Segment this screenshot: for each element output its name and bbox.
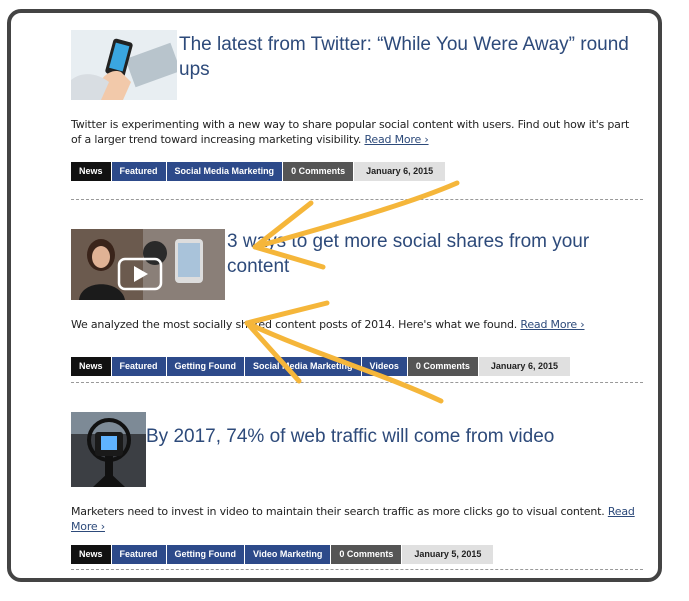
tag-news[interactable]: News [71,162,111,181]
screenshot-frame: The latest from Twitter: “While You Were… [7,9,662,582]
post-thumbnail[interactable] [71,412,146,487]
post-card-2: 3 ways to get more social shares from yo… [71,229,643,389]
post-tags: News Featured Getting Found Social Media… [71,357,570,376]
tag-featured[interactable]: Featured [111,545,166,564]
tag-featured[interactable]: Featured [111,357,166,376]
post-date: January 6, 2015 [478,357,570,376]
post-title[interactable]: The latest from Twitter: “While You Were… [179,32,643,82]
post-divider [71,199,643,200]
read-more-link[interactable]: Read More › [520,318,584,331]
comments-count[interactable]: 0 Comments [283,162,354,181]
excerpt-text: Marketers need to invest in video to mai… [71,505,605,518]
tag-getting-found[interactable]: Getting Found [166,357,245,376]
post-title[interactable]: 3 ways to get more social shares from yo… [227,229,643,279]
tag-news[interactable]: News [71,545,111,564]
post-card-3: By 2017, 74% of web traffic will come fr… [71,412,643,572]
phone-thumbnail-icon [71,30,177,100]
excerpt-text: We analyzed the most socially shared con… [71,318,518,331]
post-tags: News Featured Social Media Marketing 0 C… [71,162,446,181]
post-card-1: The latest from Twitter: “While You Were… [71,30,643,190]
post-tags: News Featured Getting Found Video Market… [71,545,494,564]
tag-social-media-marketing[interactable]: Social Media Marketing [166,162,283,181]
post-thumbnail[interactable] [71,30,177,100]
post-excerpt: Twitter is experimenting with a new way … [71,117,641,147]
read-more-link[interactable]: Read More › [364,133,428,146]
post-date: January 6, 2015 [354,162,446,181]
tag-featured[interactable]: Featured [111,162,166,181]
post-divider [71,569,643,570]
post-excerpt: Marketers need to invest in video to mai… [71,504,641,534]
comments-count[interactable]: 0 Comments [407,357,478,376]
excerpt-text: Twitter is experimenting with a new way … [71,118,630,146]
post-excerpt: We analyzed the most socially shared con… [71,317,641,332]
post-thumbnail[interactable] [71,229,225,300]
tag-video-marketing[interactable]: Video Marketing [245,545,331,564]
post-divider [71,382,643,383]
tag-news[interactable]: News [71,357,111,376]
video-thumbnail-icon [71,229,225,300]
tag-getting-found[interactable]: Getting Found [166,545,245,564]
tag-videos[interactable]: Videos [361,357,407,376]
comments-count[interactable]: 0 Comments [331,545,402,564]
camera-thumbnail-icon [71,412,146,487]
post-date: January 5, 2015 [402,545,494,564]
post-title[interactable]: By 2017, 74% of web traffic will come fr… [146,424,643,449]
tag-social-media-marketing[interactable]: Social Media Marketing [245,357,361,376]
